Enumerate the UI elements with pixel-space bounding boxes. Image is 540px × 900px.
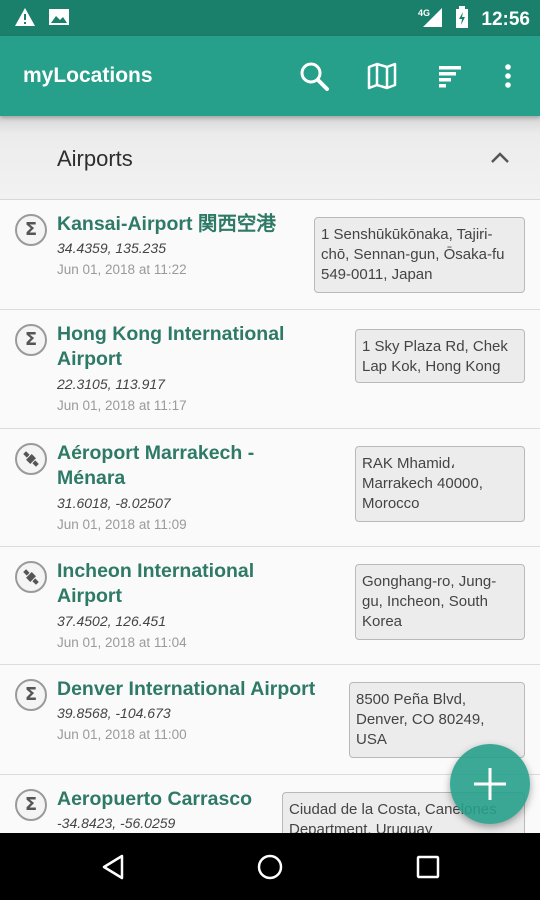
back-icon[interactable] [97,851,129,883]
navigation-bar [0,833,540,900]
location-row[interactable]: Σ Hong Kong International Airport 22.310… [0,310,540,429]
home-icon[interactable] [254,851,286,883]
location-coords: 31.6018, -8.02507 [57,495,171,511]
location-name: Kansai-Airport 関西空港 [57,213,276,235]
section-header-airports[interactable]: Airports [0,116,540,200]
app-bar: myLocations [0,36,540,116]
sigma-icon: Σ [15,789,47,821]
status-bar: 4G 12:56 [0,0,540,36]
overflow-menu-icon[interactable] [490,58,526,94]
sigma-icon: Σ [15,679,47,711]
add-location-button[interactable] [450,744,530,824]
location-name: Incheon International Airport [57,560,255,607]
sigma-icon: Σ [15,324,47,356]
network-label: 4G [418,8,430,18]
location-address: Gonghang-ro, Jung- gu, Incheon, South Ko… [355,564,525,640]
recents-icon[interactable] [412,851,444,883]
location-date: Jun 01, 2018 at 11:00 [57,727,187,742]
location-name: Aeropuerto Carrasco [57,788,253,810]
location-coords: -34.8423, -56.0259 [57,815,176,831]
location-coords: 37.4502, 126.451 [57,613,166,629]
location-list[interactable]: Σ Kansai-Airport 関西空港 34.4359, 135.235 J… [0,200,540,833]
image-notification-icon [48,7,70,32]
location-coords: 22.3105, 113.917 [57,376,165,392]
signal-icon: 4G [417,6,443,33]
app-title: myLocations [23,64,153,87]
location-name: Aéroport Marrakech - Ménara [57,442,255,489]
location-address: 1 Senshūkūkōnaka, Tajiri- chō, Sennan-gu… [314,217,525,293]
warning-icon [14,7,36,32]
location-address: RAK Mhamid، Marrakech 40000, Morocco [355,446,525,522]
location-row[interactable]: Incheon International Airport 37.4502, 1… [0,547,540,665]
location-row[interactable]: Aéroport Marrakech - Ménara 31.6018, -8.… [0,429,540,547]
location-coords: 34.4359, 135.235 [57,240,166,256]
status-time: 12:56 [481,8,530,30]
location-date: Jun 01, 2018 at 11:04 [57,635,187,650]
map-icon[interactable] [364,58,400,94]
search-icon[interactable] [296,58,332,94]
section-title: Airports [57,146,133,171]
sort-icon[interactable] [432,58,468,94]
chevron-up-icon[interactable] [488,146,512,170]
location-name: Denver International Airport [57,678,316,700]
sigma-icon: Σ [15,214,47,246]
satellite-icon [15,443,47,475]
location-coords: 39.8568, -104.673 [57,705,171,721]
location-date: Jun 01, 2018 at 11:17 [57,398,187,413]
location-date: Jun 01, 2018 at 11:22 [57,262,187,277]
location-row[interactable]: Σ Kansai-Airport 関西空港 34.4359, 135.235 J… [0,200,540,310]
add-icon [474,768,506,800]
battery-icon [455,6,469,33]
location-date: Jun 01, 2018 at 11:09 [57,517,187,532]
satellite-icon [15,561,47,593]
location-name: Hong Kong International Airport [57,323,285,370]
location-address: 1 Sky Plaza Rd, Chek Lap Kok, Hong Kong [355,329,525,383]
